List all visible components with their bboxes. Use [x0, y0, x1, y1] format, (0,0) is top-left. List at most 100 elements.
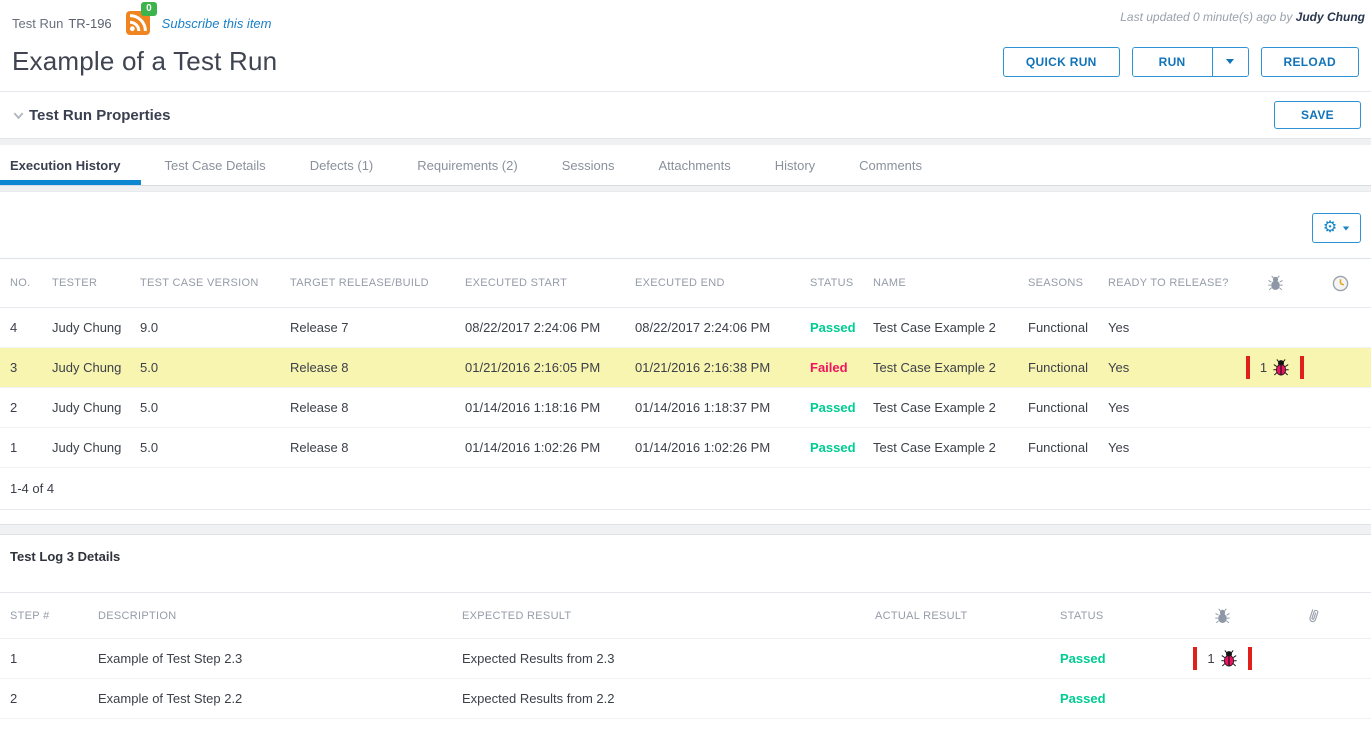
execution-table-row[interactable]: 4 Judy Chung 9.0 Release 7 08/22/2017 2:…: [0, 308, 1371, 348]
tab-attachments[interactable]: Attachments: [658, 145, 730, 185]
step-row[interactable]: 1 Example of Test Step 2.3 Expected Resu…: [0, 639, 1371, 679]
pagination-status: 1-4 of 4: [0, 468, 1371, 510]
column-header-tester[interactable]: TESTER: [52, 277, 140, 289]
tab-test-case-details[interactable]: Test Case Details: [165, 145, 266, 185]
defect-link[interactable]: 1: [1193, 647, 1251, 670]
cell-expected-result: Expected Results from 2.3: [462, 651, 875, 666]
test-run-properties-toggle[interactable]: Test Run Properties: [12, 107, 170, 124]
cell-description: Example of Test Step 2.2: [98, 691, 462, 706]
cell-step-number: 2: [10, 691, 98, 706]
cell-target-release: Release 8: [290, 400, 465, 415]
subscription-count-badge: 0: [141, 2, 157, 16]
cell-executed-start: 08/22/2017 2:24:06 PM: [465, 320, 635, 335]
column-header-execution-time[interactable]: [1312, 275, 1368, 292]
cell-step-number: 1: [10, 651, 98, 666]
entity-id: TR-196: [68, 16, 111, 31]
cell-status: Passed: [810, 400, 873, 415]
save-button[interactable]: SAVE: [1274, 101, 1361, 129]
column-header-ready-to-release[interactable]: READY TO RELEASE?: [1108, 277, 1238, 289]
steps-table-header: STEP # DESCRIPTION EXPECTED RESULT ACTUA…: [0, 592, 1371, 639]
cell-test-case-version: 5.0: [140, 360, 290, 375]
cell-step-status: Passed: [1060, 651, 1180, 666]
cell-seasons: Functional: [1028, 360, 1108, 375]
chevron-down-icon: [12, 109, 25, 122]
cell-executed-start: 01/21/2016 2:16:05 PM: [465, 360, 635, 375]
breadcrumb: Test Run TR-196 0 Subscribe this item La…: [12, 8, 1359, 38]
bug-icon: [1220, 649, 1238, 668]
cell-name: Test Case Example 2: [873, 360, 1028, 375]
column-header-status[interactable]: STATUS: [810, 277, 873, 289]
cell-test-case-version: 5.0: [140, 440, 290, 455]
cell-no: 1: [10, 440, 52, 455]
cell-no: 3: [10, 360, 52, 375]
last-updated-text: Last updated 0 minute(s) ago by Judy Chu…: [1120, 10, 1365, 24]
cell-test-case-version: 5.0: [140, 400, 290, 415]
column-header-seasons[interactable]: SEASONS: [1028, 277, 1108, 289]
cell-executed-end: 01/21/2016 2:16:38 PM: [635, 360, 810, 375]
subscribe-link[interactable]: Subscribe this item: [162, 16, 272, 31]
tab-requirements[interactable]: Requirements (2): [417, 145, 517, 185]
defect-link[interactable]: 1: [1246, 356, 1304, 379]
column-header-executed-start[interactable]: EXECUTED START: [465, 277, 635, 289]
column-header-defects[interactable]: [1238, 274, 1312, 292]
gear-icon: ⚙: [1323, 220, 1337, 236]
reload-button[interactable]: RELOAD: [1261, 47, 1359, 77]
cell-seasons: Functional: [1028, 320, 1108, 335]
column-header-target-release[interactable]: TARGET RELEASE/BUILD: [290, 277, 465, 289]
cell-name: Test Case Example 2: [873, 400, 1028, 415]
cell-executed-end: 01/14/2016 1:02:26 PM: [635, 440, 810, 455]
cell-tester: Judy Chung: [52, 400, 140, 415]
execution-table-row[interactable]: 3 Judy Chung 5.0 Release 8 01/21/2016 2:…: [0, 348, 1371, 388]
cell-executed-end: 08/22/2017 2:24:06 PM: [635, 320, 810, 335]
column-header-expected-result[interactable]: EXPECTED RESULT: [462, 610, 875, 622]
column-header-attachments[interactable]: [1265, 607, 1361, 625]
run-dropdown-toggle[interactable]: [1212, 48, 1248, 76]
bug-icon: [1272, 358, 1290, 377]
cell-executed-end: 01/14/2016 1:18:37 PM: [635, 400, 810, 415]
column-header-test-case-version[interactable]: TEST CASE VERSION: [140, 277, 290, 289]
properties-section-title: Test Run Properties: [29, 107, 170, 124]
tab-comments[interactable]: Comments: [859, 145, 922, 185]
column-header-step-status[interactable]: STATUS: [1060, 610, 1180, 622]
cell-status: Passed: [810, 440, 873, 455]
cell-tester: Judy Chung: [52, 440, 140, 455]
cell-ready-to-release: Yes: [1108, 360, 1238, 375]
column-header-actual-result[interactable]: ACTUAL RESULT: [875, 610, 1060, 622]
bug-icon: [1267, 274, 1284, 292]
column-header-no[interactable]: NO.: [10, 277, 52, 289]
test-log-details-title: Test Log 3 Details: [0, 535, 1371, 564]
step-row[interactable]: 2 Example of Test Step 2.2 Expected Resu…: [0, 679, 1371, 719]
rss-subscribe-icon[interactable]: 0: [126, 11, 150, 35]
cell-name: Test Case Example 2: [873, 440, 1028, 455]
clock-icon: [1332, 275, 1349, 292]
column-header-step-defects[interactable]: [1180, 607, 1265, 625]
page-header: Test Run TR-196 0 Subscribe this item La…: [0, 0, 1371, 77]
tab-history[interactable]: History: [775, 145, 815, 185]
cell-target-release: Release 8: [290, 360, 465, 375]
tab-sessions[interactable]: Sessions: [562, 145, 615, 185]
cell-target-release: Release 8: [290, 440, 465, 455]
test-run-properties-bar: Test Run Properties SAVE: [0, 92, 1371, 138]
quick-run-button[interactable]: QUICK RUN: [1003, 47, 1120, 77]
section-separator: [0, 138, 1371, 145]
tab-defects[interactable]: Defects (1): [310, 145, 374, 185]
paperclip-icon: [1303, 604, 1324, 626]
execution-table-row[interactable]: 2 Judy Chung 5.0 Release 8 01/14/2016 1:…: [0, 388, 1371, 428]
execution-table-row[interactable]: 1 Judy Chung 5.0 Release 8 01/14/2016 1:…: [0, 428, 1371, 468]
column-header-name[interactable]: NAME: [873, 277, 1028, 289]
chevron-down-icon: [1226, 59, 1234, 64]
column-header-step-number[interactable]: STEP #: [10, 610, 98, 622]
cell-description: Example of Test Step 2.3: [98, 651, 462, 666]
cell-test-case-version: 9.0: [140, 320, 290, 335]
table-settings-button[interactable]: ⚙: [1312, 213, 1361, 243]
cell-seasons: Functional: [1028, 400, 1108, 415]
cell-ready-to-release: Yes: [1108, 400, 1238, 415]
column-header-description[interactable]: DESCRIPTION: [98, 610, 462, 622]
tab-execution-history[interactable]: Execution History: [10, 145, 121, 185]
column-header-executed-end[interactable]: EXECUTED END: [635, 277, 810, 289]
last-updated-prefix: Last updated 0 minute(s) ago by: [1120, 10, 1295, 24]
run-button[interactable]: RUN: [1133, 48, 1212, 76]
execution-table-body: 4 Judy Chung 9.0 Release 7 08/22/2017 2:…: [0, 308, 1371, 468]
cell-tester: Judy Chung: [52, 360, 140, 375]
cell-ready-to-release: Yes: [1108, 440, 1238, 455]
